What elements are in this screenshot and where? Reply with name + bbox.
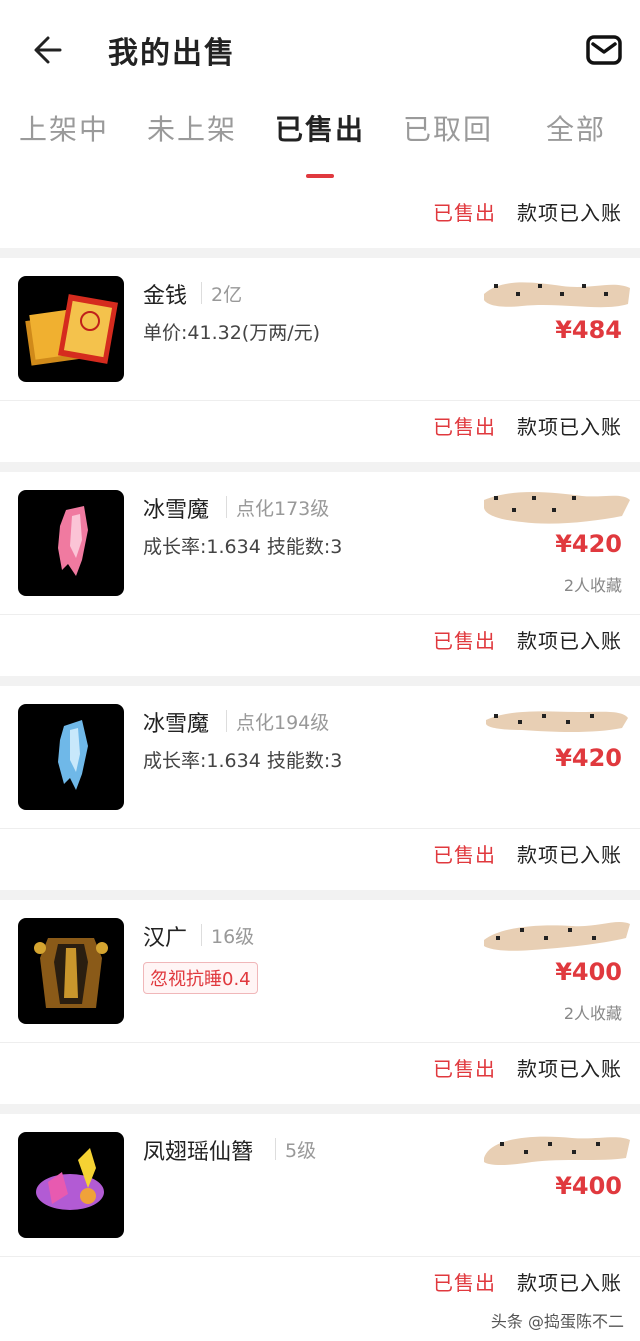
tab-all[interactable]: 全部 [512,108,640,148]
item-name: 冰雪魔 [143,712,210,737]
redacted-seller-info [484,1136,630,1165]
tab-bar: 上架中 未上架 已售出 已取回 全部 [0,108,640,152]
favorites-count: 2人收藏 [563,1004,622,1023]
divider-line [226,710,227,732]
order-status-row: 已售出 款项已入账 [0,1258,640,1308]
payment-status: 款项已入账 [517,629,622,653]
sold-label: 已售出 [433,629,496,653]
order-status-row: 已售出 款项已入账 [0,616,640,666]
item-detail: 成长率:1.634 技能数:3 [143,536,343,558]
order-card[interactable]: 冰雪魔 点化173级 成长率:1.634 技能数:3 ¥420 2人收藏 已售出… [0,472,640,676]
item-thumbnail [18,1132,124,1238]
attribute-tag: 忽视抗睡0.4 [143,962,258,994]
mail-icon[interactable] [586,34,622,66]
tab-listed[interactable]: 上架中 [0,108,128,148]
order-card[interactable]: 冰雪魔 点化194级 成长率:1.634 技能数:3 ¥420 已售出 款项已入… [0,686,640,890]
redacted-seller-info [484,922,630,951]
item-name: 金钱 [143,284,188,309]
tab-unlisted[interactable]: 未上架 [128,108,256,148]
item-price: ¥420 [555,744,622,772]
order-status-row: 已售出 款项已入账 [0,402,640,452]
payment-status: 款项已入账 [517,1271,622,1295]
item-level: 点化194级 [236,712,330,734]
item-level: 2亿 [211,284,243,306]
payment-status: 款项已入账 [517,1057,622,1081]
active-tab-indicator [306,174,334,178]
item-price: ¥400 [555,958,622,986]
item-name: 凤翅瑶仙簪 [143,1140,254,1165]
item-thumbnail [18,918,124,1024]
card-divider [0,400,640,401]
top-bar: 我的出售 上架中 未上架 已售出 已取回 全部 [0,0,640,188]
order-card[interactable]: 金钱 2亿 单价:41.32(万两/元) ¥484 已售出 款项已入账 [0,258,640,462]
item-thumbnail [18,490,124,596]
sold-label: 已售出 [433,843,496,867]
payment-status: 款项已入账 [517,415,622,439]
item-detail: 成长率:1.634 技能数:3 [143,750,343,772]
back-arrow-icon[interactable] [30,30,70,70]
order-status-row: 已售出 款项已入账 [0,188,640,238]
sold-label: 已售出 [433,1271,496,1295]
sold-label: 已售出 [433,1057,496,1081]
item-thumbnail [18,276,124,382]
divider-line [201,924,202,946]
item-thumbnail [18,704,124,810]
page-title: 我的出售 [108,36,236,71]
divider-line [275,1138,276,1160]
redacted-seller-info [484,282,630,308]
payment-status: 款项已入账 [517,201,622,225]
item-price: ¥484 [555,316,622,344]
order-card[interactable]: 汉广 16级 忽视抗睡0.4 ¥400 2人收藏 已售出 款项已入账 [0,900,640,1104]
item-name: 汉广 [143,926,188,951]
card-divider [0,614,640,615]
order-status-row: 已售出 款项已入账 [0,1044,640,1094]
item-price: ¥420 [555,530,622,558]
sold-label: 已售出 [433,415,496,439]
divider-line [226,496,227,518]
tab-retrieved[interactable]: 已取回 [384,108,512,148]
order-card-partial[interactable]: 已售出 款项已入账 [0,188,640,248]
item-name: 冰雪魔 [143,498,210,523]
sold-label: 已售出 [433,201,496,225]
card-divider [0,1256,640,1257]
order-status-row: 已售出 款项已入账 [0,830,640,880]
item-level: 16级 [211,926,255,948]
favorites-count: 2人收藏 [563,576,622,595]
item-price: ¥400 [555,1172,622,1200]
card-divider [0,828,640,829]
item-level: 点化173级 [236,498,330,520]
divider-line [201,282,202,304]
item-level: 5级 [285,1140,317,1162]
card-divider [0,1042,640,1043]
tab-sold[interactable]: 已售出 [256,108,384,148]
redacted-seller-info [486,711,628,732]
payment-status: 款项已入账 [517,843,622,867]
redacted-seller-info [484,492,630,524]
order-card[interactable]: 凤翅瑶仙簪 5级 ¥400 已售出 款项已入账 [0,1114,640,1341]
item-detail: 单价:41.32(万两/元) [143,322,321,344]
watermark: 头条 @捣蛋陈不二 [490,1312,624,1331]
